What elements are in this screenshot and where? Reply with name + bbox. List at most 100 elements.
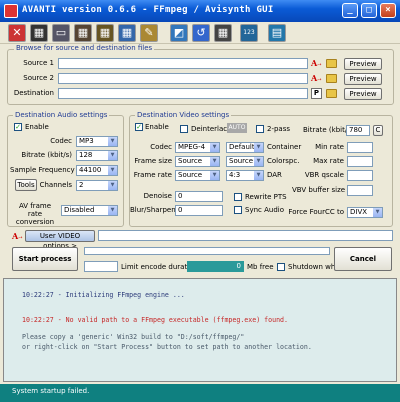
- max-rate-label: Max rate: [313, 157, 344, 165]
- bitrate-calc-button[interactable]: C: [373, 125, 383, 136]
- auto-badge[interactable]: AUTO: [227, 123, 247, 133]
- source1-preview-button[interactable]: Preview: [344, 58, 382, 70]
- app-icon: [4, 4, 18, 18]
- p-button[interactable]: P: [311, 88, 322, 99]
- vbr-qscale-input[interactable]: [347, 170, 373, 181]
- destination-folder-icon[interactable]: [326, 89, 337, 98]
- dar-select[interactable]: 4:3: [226, 170, 264, 181]
- vbv-buffer-input[interactable]: [347, 185, 373, 196]
- audio-codec-select[interactable]: MP3: [76, 136, 118, 147]
- frame-size-label: Frame size: [134, 157, 172, 165]
- pencil-icon[interactable]: ✎: [140, 24, 158, 42]
- source2-label: Source 2: [23, 74, 54, 82]
- fourcc-select[interactable]: DIVX: [347, 207, 383, 218]
- log-line-1: 10:22:27 - Initializing FFmpeg engine ..…: [22, 291, 185, 299]
- video-codec-select[interactable]: MPEG-4: [175, 142, 220, 153]
- min-rate-label: Min rate: [315, 143, 344, 151]
- audio-group: Destination Audio settings ✓ Enable Code…: [7, 111, 124, 227]
- limit-duration-input[interactable]: [84, 261, 118, 272]
- reload-icon[interactable]: ↺: [192, 24, 210, 42]
- minimize-button[interactable]: _: [342, 3, 358, 18]
- audio-codec-label: Codec: [50, 137, 72, 145]
- vbv-buffer-label: VBV buffer size: [292, 186, 346, 194]
- sync-audio-label: Sync Audio: [245, 206, 284, 214]
- destination-label: Destination: [13, 89, 54, 97]
- start-process-button[interactable]: Start process: [12, 247, 78, 271]
- disk-icon[interactable]: ▭: [52, 24, 70, 42]
- frame-rate-select[interactable]: Source: [175, 170, 220, 181]
- destination-preview-button[interactable]: Preview: [344, 88, 382, 100]
- vbr-qscale-label: VBR qscale: [304, 171, 344, 179]
- sample-frequency-label: Sample Frequency: [10, 166, 75, 174]
- user-video-options-button[interactable]: User VIDEO options >: [25, 230, 95, 250]
- colorspace-select[interactable]: Source: [226, 156, 264, 167]
- min-rate-input[interactable]: [347, 142, 373, 153]
- destination-input[interactable]: [58, 88, 308, 99]
- av-frame-rate-label: AV frame rate conversion: [15, 202, 55, 226]
- video-group: Destination Video settings ✓ Enable Dein…: [129, 111, 393, 227]
- log-line-3: Please copy a 'generic' Win32 build to "…: [22, 333, 245, 341]
- frame-size-select[interactable]: Source: [175, 156, 220, 167]
- status-text: System startup failed.: [12, 387, 90, 395]
- audio-group-title: Destination Audio settings: [13, 111, 110, 119]
- av-frame-rate-select[interactable]: Disabled: [61, 205, 118, 216]
- twopass-label: 2-pass: [267, 125, 291, 133]
- cancel-button[interactable]: Cancel: [334, 247, 392, 271]
- numbers-icon[interactable]: 123: [240, 24, 258, 42]
- user-video-options-input[interactable]: [98, 230, 393, 241]
- close-button[interactable]: ×: [380, 3, 396, 18]
- source1-input[interactable]: [58, 58, 308, 69]
- tools-button[interactable]: Tools: [15, 179, 37, 191]
- log-panel[interactable]: 10:22:27 - Initializing FFmpeg engine ..…: [3, 278, 397, 382]
- source1-label: Source 1: [23, 59, 54, 67]
- shutdown-checkbox[interactable]: [277, 263, 285, 271]
- source2-preview-button[interactable]: Preview: [344, 73, 382, 85]
- video-group-title: Destination Video settings: [135, 111, 232, 119]
- video-enable-label: Enable: [145, 123, 169, 131]
- denoise-label: Denoise: [143, 192, 172, 200]
- encode-icon[interactable]: ▤: [268, 24, 286, 42]
- user-options-avs-icon[interactable]: A⇢: [12, 231, 22, 241]
- source1-avs-icon[interactable]: A⇢: [311, 58, 321, 68]
- container-select[interactable]: Default: [226, 142, 264, 153]
- film-add-icon[interactable]: ▦: [74, 24, 92, 42]
- video-enable-checkbox[interactable]: ✓: [135, 123, 143, 131]
- sample-frequency-select[interactable]: 44100: [76, 165, 118, 176]
- blur-sharpen-input[interactable]: 0: [175, 205, 223, 216]
- video-codec-label: Codec: [150, 143, 172, 151]
- colorspace-label: Colorspc.: [267, 157, 300, 165]
- toolbar: ✕ ▦ ▭ ▦ ▦ ▦ ✎ ◩ ↺ ▦ 123 ▤: [0, 22, 400, 44]
- status-bar: System startup failed.: [0, 384, 400, 402]
- film-strip-icon[interactable]: ▦: [214, 24, 232, 42]
- encode-progress-bar: [84, 247, 330, 255]
- maximize-button[interactable]: □: [361, 3, 377, 18]
- source2-avs-icon[interactable]: A⇢: [311, 73, 321, 83]
- source1-folder-icon[interactable]: [326, 59, 337, 68]
- blur-sharpen-label: Blur/Sharpen: [130, 206, 176, 214]
- title-bar: AVANTI version 0.6.6 - FFmpeg / Avisynth…: [0, 0, 400, 22]
- dar-label: DAR: [267, 171, 282, 179]
- frame-rate-label: Frame rate: [133, 171, 172, 179]
- max-rate-input[interactable]: [347, 156, 373, 167]
- source2-folder-icon[interactable]: [326, 74, 337, 83]
- deinterlace-label: Deinterlace: [191, 125, 232, 133]
- deinterlace-checkbox[interactable]: [180, 125, 188, 133]
- exit-icon[interactable]: ✕: [8, 24, 26, 42]
- channels-select[interactable]: 2: [76, 180, 118, 191]
- audio-bitrate-select[interactable]: 128: [76, 150, 118, 161]
- film-edit-icon[interactable]: ▦: [96, 24, 114, 42]
- grid-icon[interactable]: ▦: [118, 24, 136, 42]
- channels-label: Channels: [39, 181, 72, 189]
- video-bitrate-input[interactable]: 780: [346, 125, 370, 136]
- rewrite-pts-label: Rewrite PTS: [245, 193, 287, 201]
- mb-free-value: 0: [187, 261, 244, 272]
- twopass-checkbox[interactable]: [256, 125, 264, 133]
- sync-audio-checkbox[interactable]: [234, 206, 242, 214]
- rewrite-pts-checkbox[interactable]: [234, 193, 242, 201]
- filter-icon[interactable]: ◩: [170, 24, 188, 42]
- browse-group-title: Browse for source and destination files: [14, 44, 155, 52]
- denoise-input[interactable]: 0: [175, 191, 223, 202]
- film-icon[interactable]: ▦: [30, 24, 48, 42]
- audio-enable-checkbox[interactable]: ✓: [14, 123, 22, 131]
- source2-input[interactable]: [58, 73, 308, 84]
